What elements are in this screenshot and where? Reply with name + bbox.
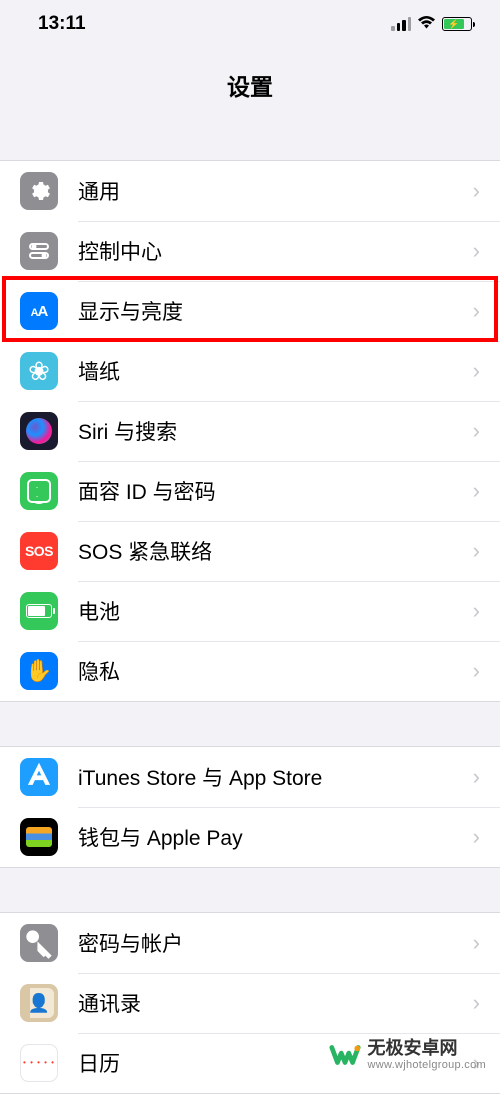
row-general[interactable]: 通用 ›: [0, 161, 500, 221]
chevron-right-icon: ›: [473, 238, 480, 264]
chevron-right-icon: ›: [473, 178, 480, 204]
row-label: 密码与帐户: [78, 928, 473, 958]
watermark-brand: 无极安卓网: [368, 1039, 487, 1059]
sos-icon: SOS: [20, 532, 58, 570]
watermark: 无极安卓网 www.wjhotelgroup.com: [328, 1038, 487, 1072]
chevron-right-icon: ›: [473, 298, 480, 324]
row-faceid[interactable]: 面容 ID 与密码 ›: [0, 461, 500, 521]
switches-icon: [20, 232, 58, 270]
row-control-center[interactable]: 控制中心 ›: [0, 221, 500, 281]
status-bar: 13:11 ⚡: [0, 0, 500, 48]
row-label: 墙纸: [78, 356, 473, 386]
row-display[interactable]: AA 显示与亮度 ›: [0, 281, 500, 341]
row-wallpaper[interactable]: ❀ 墙纸 ›: [0, 341, 500, 401]
flower-icon: ❀: [20, 352, 58, 390]
wallet-icon: [20, 818, 58, 856]
chevron-right-icon: ›: [473, 418, 480, 444]
settings-group-1: 通用 › 控制中心 › AA 显示与亮度 › ❀ 墙纸 › Siri 与搜索 ›: [0, 160, 500, 702]
row-label: 电池: [78, 596, 473, 626]
row-label: 钱包与 Apple Pay: [78, 822, 473, 852]
row-passwords[interactable]: 密码与帐户 ›: [0, 913, 500, 973]
row-label: iTunes Store 与 App Store: [78, 762, 473, 792]
row-wallet[interactable]: 钱包与 Apple Pay ›: [0, 807, 500, 867]
chevron-right-icon: ›: [473, 358, 480, 384]
contacts-icon: 👤: [20, 984, 58, 1022]
battery-setting-icon: [20, 592, 58, 630]
text-size-icon: AA: [20, 292, 58, 330]
row-label: 显示与亮度: [78, 296, 473, 326]
status-time: 13:11: [38, 13, 86, 35]
chevron-right-icon: ›: [473, 824, 480, 850]
chevron-right-icon: ›: [473, 538, 480, 564]
row-label: 通讯录: [78, 988, 473, 1018]
chevron-right-icon: ›: [473, 764, 480, 790]
row-label: SOS 紧急联络: [78, 536, 473, 566]
row-battery[interactable]: 电池 ›: [0, 581, 500, 641]
row-label: 控制中心: [78, 236, 473, 266]
settings-list: 通用 › 控制中心 › AA 显示与亮度 › ❀ 墙纸 › Siri 与搜索 ›: [0, 116, 500, 1094]
appstore-icon: [20, 758, 58, 796]
chevron-right-icon: ›: [473, 478, 480, 504]
faceid-icon: [20, 472, 58, 510]
gear-icon: [20, 172, 58, 210]
watermark-logo-icon: [328, 1038, 362, 1072]
row-itunes[interactable]: iTunes Store 与 App Store ›: [0, 747, 500, 807]
row-label: 通用: [78, 176, 473, 206]
calendar-icon: • • • • •: [20, 1044, 58, 1082]
row-siri[interactable]: Siri 与搜索 ›: [0, 401, 500, 461]
settings-group-2: iTunes Store 与 App Store › 钱包与 Apple Pay…: [0, 746, 500, 868]
row-privacy[interactable]: ✋ 隐私 ›: [0, 641, 500, 701]
watermark-url: www.wjhotelgroup.com: [368, 1059, 487, 1071]
row-contacts[interactable]: 👤 通讯录 ›: [0, 973, 500, 1033]
row-label: 隐私: [78, 656, 473, 686]
row-sos[interactable]: SOS SOS 紧急联络 ›: [0, 521, 500, 581]
key-icon: [20, 924, 58, 962]
chevron-right-icon: ›: [473, 990, 480, 1016]
chevron-right-icon: ›: [473, 930, 480, 956]
wifi-icon: [417, 14, 436, 34]
siri-icon: [20, 412, 58, 450]
page-title: 设置: [0, 48, 500, 116]
row-label: 面容 ID 与密码: [78, 476, 473, 506]
row-label: Siri 与搜索: [78, 416, 473, 446]
cellular-icon: [391, 17, 411, 31]
chevron-right-icon: ›: [473, 598, 480, 624]
hand-icon: ✋: [20, 652, 58, 690]
chevron-right-icon: ›: [473, 658, 480, 684]
status-right: ⚡: [391, 14, 472, 34]
battery-icon: ⚡: [442, 17, 472, 31]
